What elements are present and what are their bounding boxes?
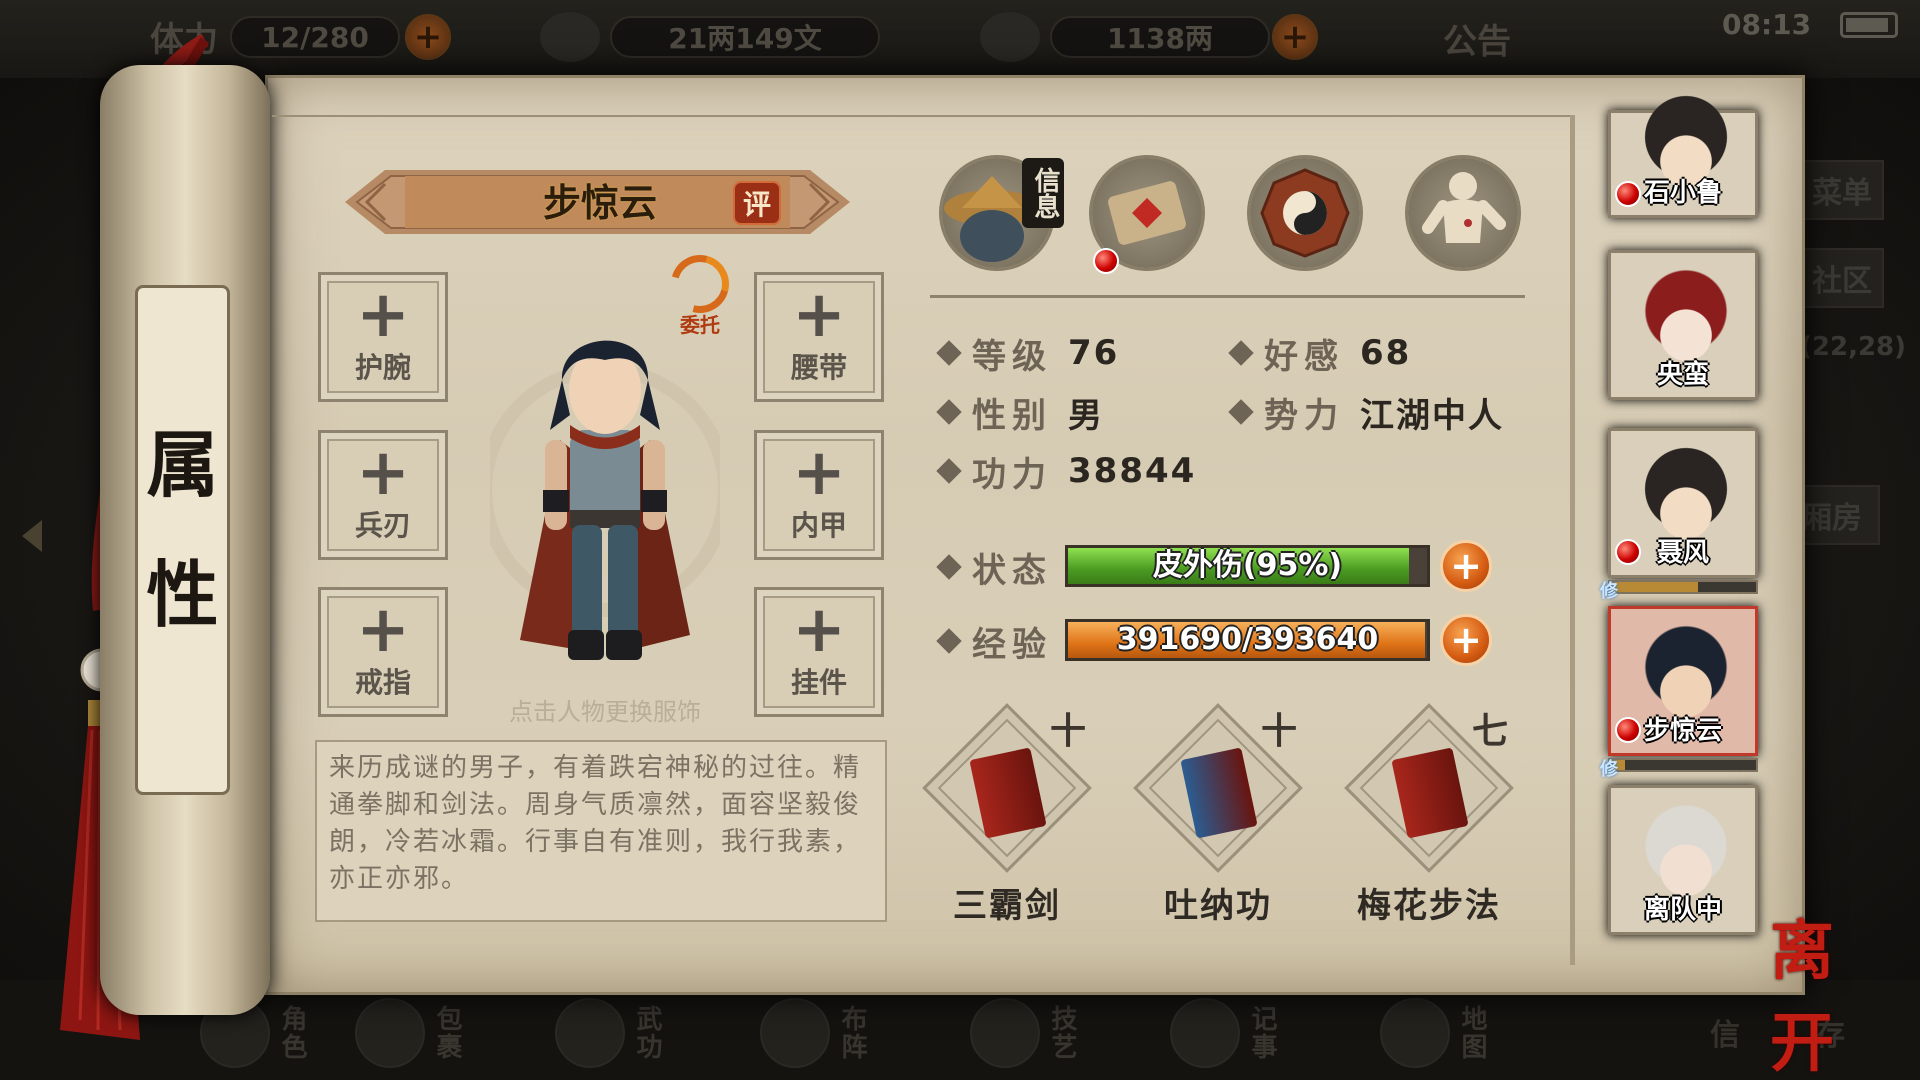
notice-button[interactable]: 公告 [1443,14,1511,63]
divider [272,115,1572,117]
tab-meridians[interactable] [1408,158,1518,268]
equip-slot-ring[interactable]: + 戒指 [318,587,448,717]
diamond-icon [1228,340,1254,366]
plus-icon: + [792,593,846,667]
skill-level: 十 [1261,711,1298,752]
plus-icon: + [356,436,410,510]
skill-level: 十 [1050,711,1087,752]
nav-martial[interactable]: 武功 [555,990,705,1076]
exp-bar: 391690/393640 [1065,619,1430,661]
page-title: 属性 [146,422,219,637]
divider [1570,115,1575,965]
description-box: 来历成谜的男子，有着跌宕神秘的过往。精通拳脚和剑法。周身气质凛然，面容坚毅俊朗，… [315,740,887,922]
body-figure-icon [1422,172,1506,243]
companion-card-selected[interactable]: 步惊云 [1608,606,1758,756]
nav-map[interactable]: 地图 [1380,990,1530,1076]
companion-card[interactable]: 聂风 [1608,428,1758,578]
plus-icon: + [792,278,846,352]
stat-power: 功力 38844 [936,446,1196,496]
equip-slot-armor[interactable]: + 内甲 [754,430,884,560]
companion-progress [1608,580,1758,594]
bagua-icon [760,998,830,1068]
stamina-value: 12/280 [230,16,400,58]
gold-ingot-icon [980,12,1040,62]
skill-item[interactable]: 十 [922,703,1092,873]
status-bar-text: 皮外伤(95%) [1152,548,1343,583]
book-stack-icon [555,998,625,1068]
tab-formation[interactable] [1250,158,1360,268]
status-bar: 皮外伤(95%) [1065,545,1430,587]
equip-slot-wrist[interactable]: + 护腕 [318,272,448,402]
diamond-icon [936,399,962,425]
journal-icon [1170,998,1240,1068]
cultivate-icon: 修 [1600,759,1618,780]
bagua-icon [1260,168,1350,258]
cultivate-icon: 修 [1600,581,1618,602]
skill-level: 七 [1472,711,1509,752]
heal-plus-button[interactable]: + [1440,540,1492,592]
skills-icon [970,998,1040,1068]
change-outfit-hint: 点击人物更换服饰 [509,698,701,726]
nav-bag[interactable]: 包裹 [355,990,505,1076]
companion-card[interactable]: 央蛮 [1608,250,1758,400]
silver-amount: 21两149文 [610,16,880,58]
exp-plus-button[interactable]: + [1440,614,1492,666]
nav-mail[interactable]: 信 [1710,1010,1740,1054]
comment-badge[interactable]: 评 [733,181,781,225]
skill-name: 三霸剑 [953,886,1061,926]
tab-info-label: 信息 [1022,158,1064,228]
stat-faction: 势力 江湖中人 [1228,387,1504,437]
stat-level: 等级 76 [936,328,1119,378]
skill-name: 吐纳功 [1164,886,1272,926]
diamond-icon [936,628,962,654]
leave-button[interactable]: 离开 [1770,900,1880,1080]
add-gold-button[interactable]: + [1272,14,1318,60]
plus-icon: + [356,278,410,352]
skill-name: 梅花步法 [1357,886,1501,926]
equip-slot-belt[interactable]: + 腰带 [754,272,884,402]
stat-gender: 性别男 [936,387,1104,437]
stat-favor: 好感 68 [1228,328,1411,378]
equip-slot-pendant[interactable]: + 挂件 [754,587,884,717]
community-button[interactable]: 社区 [1800,248,1884,308]
diamond-icon [936,458,962,484]
nav-skills[interactable]: 技艺 [970,990,1120,1076]
skill-item[interactable]: 七 [1344,703,1514,873]
companion-card[interactable]: 石小鲁 [1608,93,1758,218]
game-screen: { "topbar": { "stamina_label": "体力", "st… [0,0,1920,1080]
stat-status: 状态 [936,542,1052,592]
character-portrait[interactable] [490,320,720,690]
map-coords: (22,28) [1800,332,1907,362]
nav-formation[interactable]: 布阵 [760,990,910,1076]
battery-icon [1840,12,1898,38]
menu-button[interactable]: 菜单 [1800,160,1884,220]
plus-icon: + [792,436,846,510]
divider [930,295,1525,298]
diamond-icon [936,554,962,580]
character-description: 来历成谜的男子，有着跌宕神秘的过往。精通拳脚和剑法。周身气质凛然，面容坚毅俊朗，… [329,753,862,894]
exp-bar-text: 391690/393640 [1116,622,1379,657]
stat-exp: 经验 [936,616,1052,666]
notification-dot [1093,248,1119,274]
cycle-arrows-icon [660,244,740,324]
silver-icon [540,12,600,62]
skill-item[interactable]: 十 [1133,703,1303,873]
companion-card[interactable]: 离队中 [1608,785,1758,935]
character-name: 步惊云 [542,180,657,225]
gold-amount: 1138两 [1050,16,1270,58]
equip-slot-weapon[interactable]: + 兵刃 [318,430,448,560]
companion-progress [1608,758,1758,772]
add-stamina-button[interactable]: + [405,14,451,60]
plus-icon: + [356,593,410,667]
clock: 08:13 [1722,8,1812,41]
bag-icon [355,998,425,1068]
diamond-icon [1228,399,1254,425]
nav-journal[interactable]: 记事 [1170,990,1320,1076]
diamond-icon [936,340,962,366]
map-icon [1380,998,1450,1068]
